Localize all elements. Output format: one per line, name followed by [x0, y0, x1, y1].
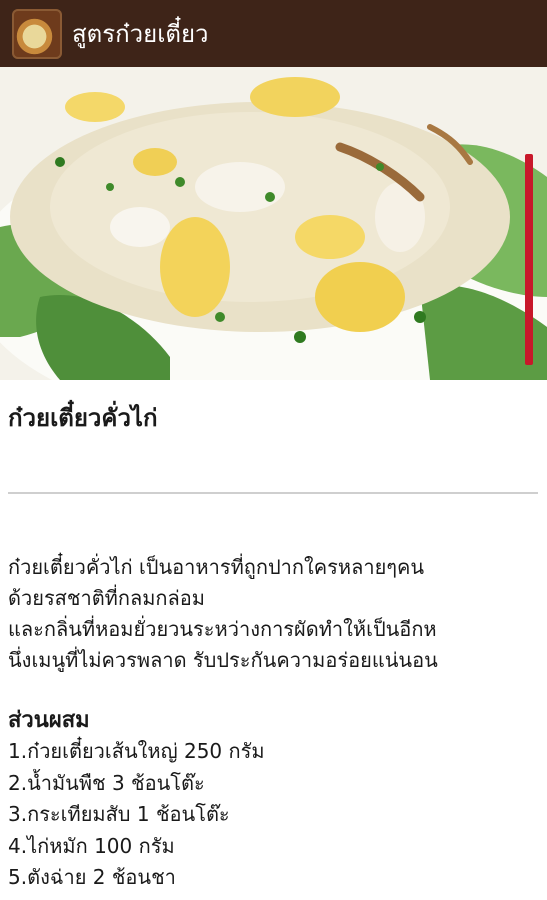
recipe-photo — [0, 67, 547, 380]
stir-fried-noodles-image — [0, 67, 547, 380]
description-line: นึ่งเมนูที่ไม่ควรพลาด รับประกันความอร่อย… — [8, 648, 438, 672]
description-line: และกลิ่นที่หอมยั่วยวนระหว่างการผัดทำให้เ… — [8, 617, 437, 641]
divider — [8, 492, 538, 494]
ingredient-item: 5.ตังฉ่าย 2 ช้อนชา — [8, 865, 176, 889]
ingredients-heading: ส่วนผสม — [8, 708, 90, 733]
ingredient-item: 3.กระเทียมสับ 1 ช้อนโต๊ะ — [8, 802, 230, 826]
ingredient-item: 1.ก๋วยเตี๋ยวเส้นใหญ่ 250 กรัม — [8, 739, 265, 763]
app-bar: สูตรก๋วยเตี๋ยว — [0, 0, 547, 67]
app-title: สูตรก๋วยเตี๋ยว — [72, 20, 209, 48]
description-line: ก๋วยเตี๋ยวคั่วไก่ เป็นอาหารที่ถูกปากใครห… — [8, 555, 425, 579]
recipe-description: ก๋วยเตี๋ยวคั่วไก่ เป็นอาหารที่ถูกปากใครห… — [8, 552, 544, 676]
recipe-title: ก๋วยเตี๋ยวคั่วไก่ — [8, 404, 158, 432]
ingredient-item: 2.น้ำมันพืช 3 ช้อนโต๊ะ — [8, 770, 205, 795]
scroll-indicator[interactable] — [525, 154, 533, 365]
ingredient-item: 4.ไก่หมัก 100 กรัม — [8, 833, 175, 858]
food-thumbnail-icon[interactable] — [12, 8, 62, 59]
ingredients-list: 1.ก๋วยเตี๋ยวเส้นใหญ่ 250 กรัม 2.น้ำมันพื… — [8, 736, 265, 894]
description-line: ด้วยรสชาติที่กลมกล่อม — [8, 586, 205, 610]
